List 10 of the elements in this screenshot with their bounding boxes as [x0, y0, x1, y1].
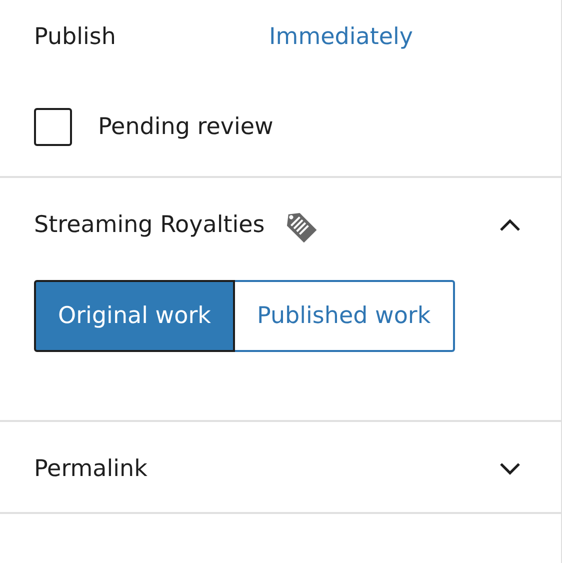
panel-title: Streaming Royalties — [34, 212, 265, 238]
publish-label: Publish — [34, 24, 117, 50]
chevron-down-icon — [499, 462, 521, 476]
chevron-up-icon — [499, 218, 521, 232]
work-type-option[interactable]: Original work — [34, 280, 235, 352]
work-type-option[interactable]: Published work — [234, 280, 455, 352]
pending-review-label: Pending review — [98, 114, 274, 140]
publish-date-link[interactable]: Immediately — [269, 24, 413, 50]
panel-title: Permalink — [34, 456, 148, 482]
pending-review-checkbox[interactable] — [34, 108, 72, 146]
